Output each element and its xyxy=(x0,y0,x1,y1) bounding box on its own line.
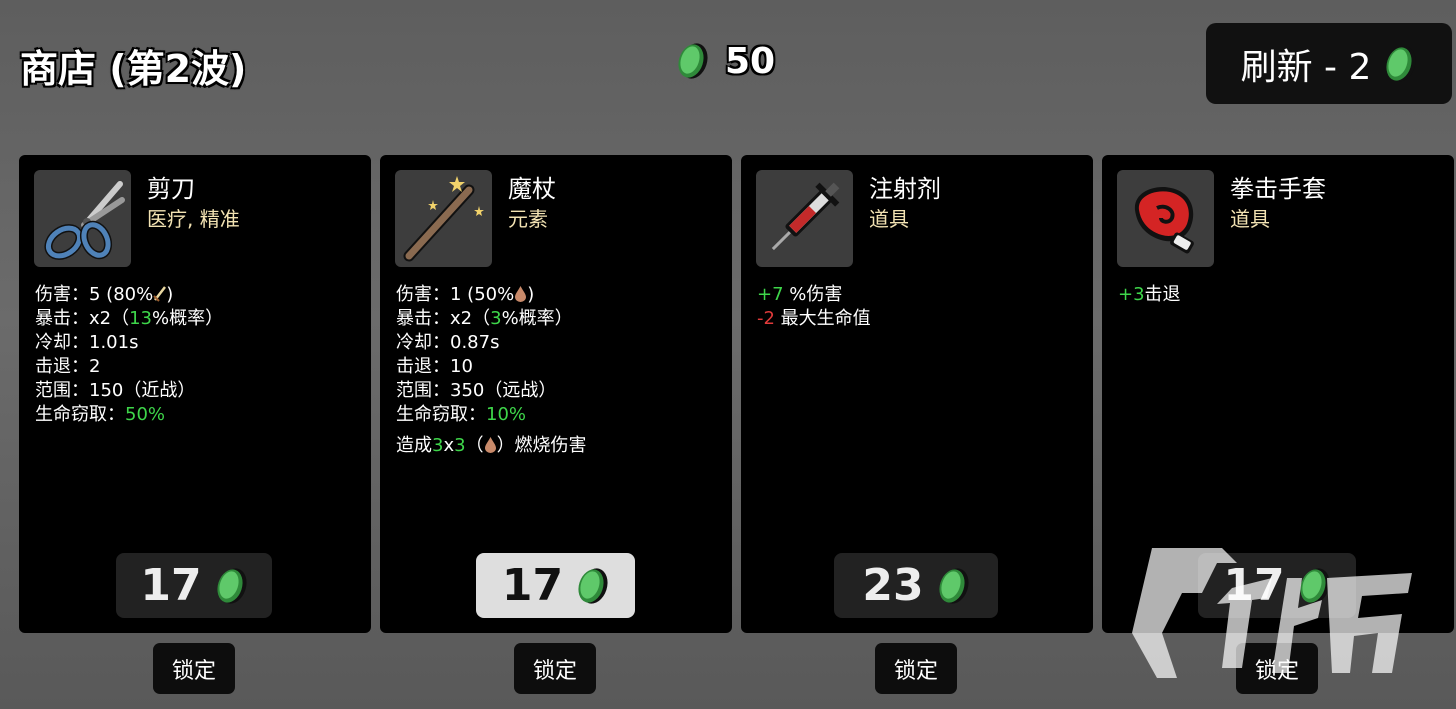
reroll-button[interactable]: 刷新 - 2 xyxy=(1206,23,1452,104)
material-icon xyxy=(214,565,248,607)
watermark-logo xyxy=(1122,538,1422,688)
lock-button[interactable]: 锁定 xyxy=(514,643,596,694)
price-tag[interactable]: 17 xyxy=(116,553,272,618)
item-stats: 伤害：5 (80%) 暴击：x2（13%概率） 冷却：1.01s 击退：2 范围… xyxy=(35,283,223,427)
elemental-icon xyxy=(514,285,527,302)
price-value: 23 xyxy=(862,560,924,611)
sword-icon xyxy=(153,285,167,302)
stat-range: 范围：350（远战） xyxy=(396,380,557,401)
price-value: 17 xyxy=(140,560,202,611)
boxing-glove-icon xyxy=(1117,170,1214,267)
stat-crit: 暴击：x2（13%概率） xyxy=(35,308,224,329)
stat-knockback: 击退：2 xyxy=(35,356,101,377)
shop-item-card[interactable]: 魔杖 元素 伤害：1 (50%) 暴击：x2（3%概率） 冷却：0.87s 击退… xyxy=(380,155,732,633)
wand-icon xyxy=(395,170,492,267)
item-stats: 伤害：1 (50%) 暴击：x2（3%概率） 冷却：0.87s 击退：10 范围… xyxy=(396,283,587,458)
effect-damage: +7 %伤害 xyxy=(757,284,843,305)
syringe-icon xyxy=(756,170,853,267)
stat-cooldown: 冷却：1.01s xyxy=(35,332,139,353)
materials-counter: 50 xyxy=(675,40,775,82)
lock-button[interactable]: 锁定 xyxy=(875,643,957,694)
effect-knockback: +3击退 xyxy=(1118,284,1181,305)
stat-crit: 暴击：x2（3%概率） xyxy=(396,308,573,329)
stat-cooldown: 冷却：0.87s xyxy=(396,332,500,353)
item-name: 魔杖 xyxy=(508,175,556,203)
item-name: 注射剂 xyxy=(869,175,941,203)
item-tags: 医疗, 精准 xyxy=(147,207,240,231)
shop-item-card[interactable]: 剪刀 医疗, 精准 伤害：5 (80%) 暴击：x2（13%概率） 冷却：1.0… xyxy=(19,155,371,633)
stat-lifesteal: 生命窃取：50% xyxy=(35,404,166,425)
item-tags: 道具 xyxy=(1230,207,1270,231)
material-icon xyxy=(1383,43,1417,85)
stat-range: 范围：150（近战） xyxy=(35,380,196,401)
item-tags: 元素 xyxy=(508,207,548,231)
price-tag[interactable]: 17 xyxy=(476,553,635,618)
reroll-label: 刷新 - 2 xyxy=(1240,46,1372,88)
material-icon xyxy=(936,565,970,607)
item-name: 拳击手套 xyxy=(1230,175,1326,203)
elemental-icon xyxy=(484,436,497,453)
price-value: 17 xyxy=(501,560,564,611)
stat-damage: 伤害：5 (80%) xyxy=(35,284,174,305)
scissors-icon xyxy=(34,170,131,267)
item-name: 剪刀 xyxy=(147,175,195,203)
stat-lifesteal: 生命窃取：10% xyxy=(396,404,527,425)
stat-knockback: 击退：10 xyxy=(396,356,473,377)
stat-burn: 造成3x3（ ）燃烧伤害 xyxy=(396,435,587,456)
shop-title: 商店 (第2波) xyxy=(20,47,247,91)
materials-count: 50 xyxy=(725,40,776,82)
shop-item-card[interactable]: 注射剂 道具 +7 %伤害 -2 最大生命值 23 xyxy=(741,155,1093,633)
item-tags: 道具 xyxy=(869,207,909,231)
effect-max-hp: -2 最大生命值 xyxy=(757,308,871,329)
stat-damage: 伤害：1 (50%) xyxy=(396,284,535,305)
material-icon xyxy=(675,40,709,82)
item-effects: +3击退 xyxy=(1118,283,1181,307)
material-icon xyxy=(575,565,609,607)
item-effects: +7 %伤害 -2 最大生命值 xyxy=(757,283,871,331)
price-tag[interactable]: 23 xyxy=(834,553,998,618)
lock-button[interactable]: 锁定 xyxy=(153,643,235,694)
